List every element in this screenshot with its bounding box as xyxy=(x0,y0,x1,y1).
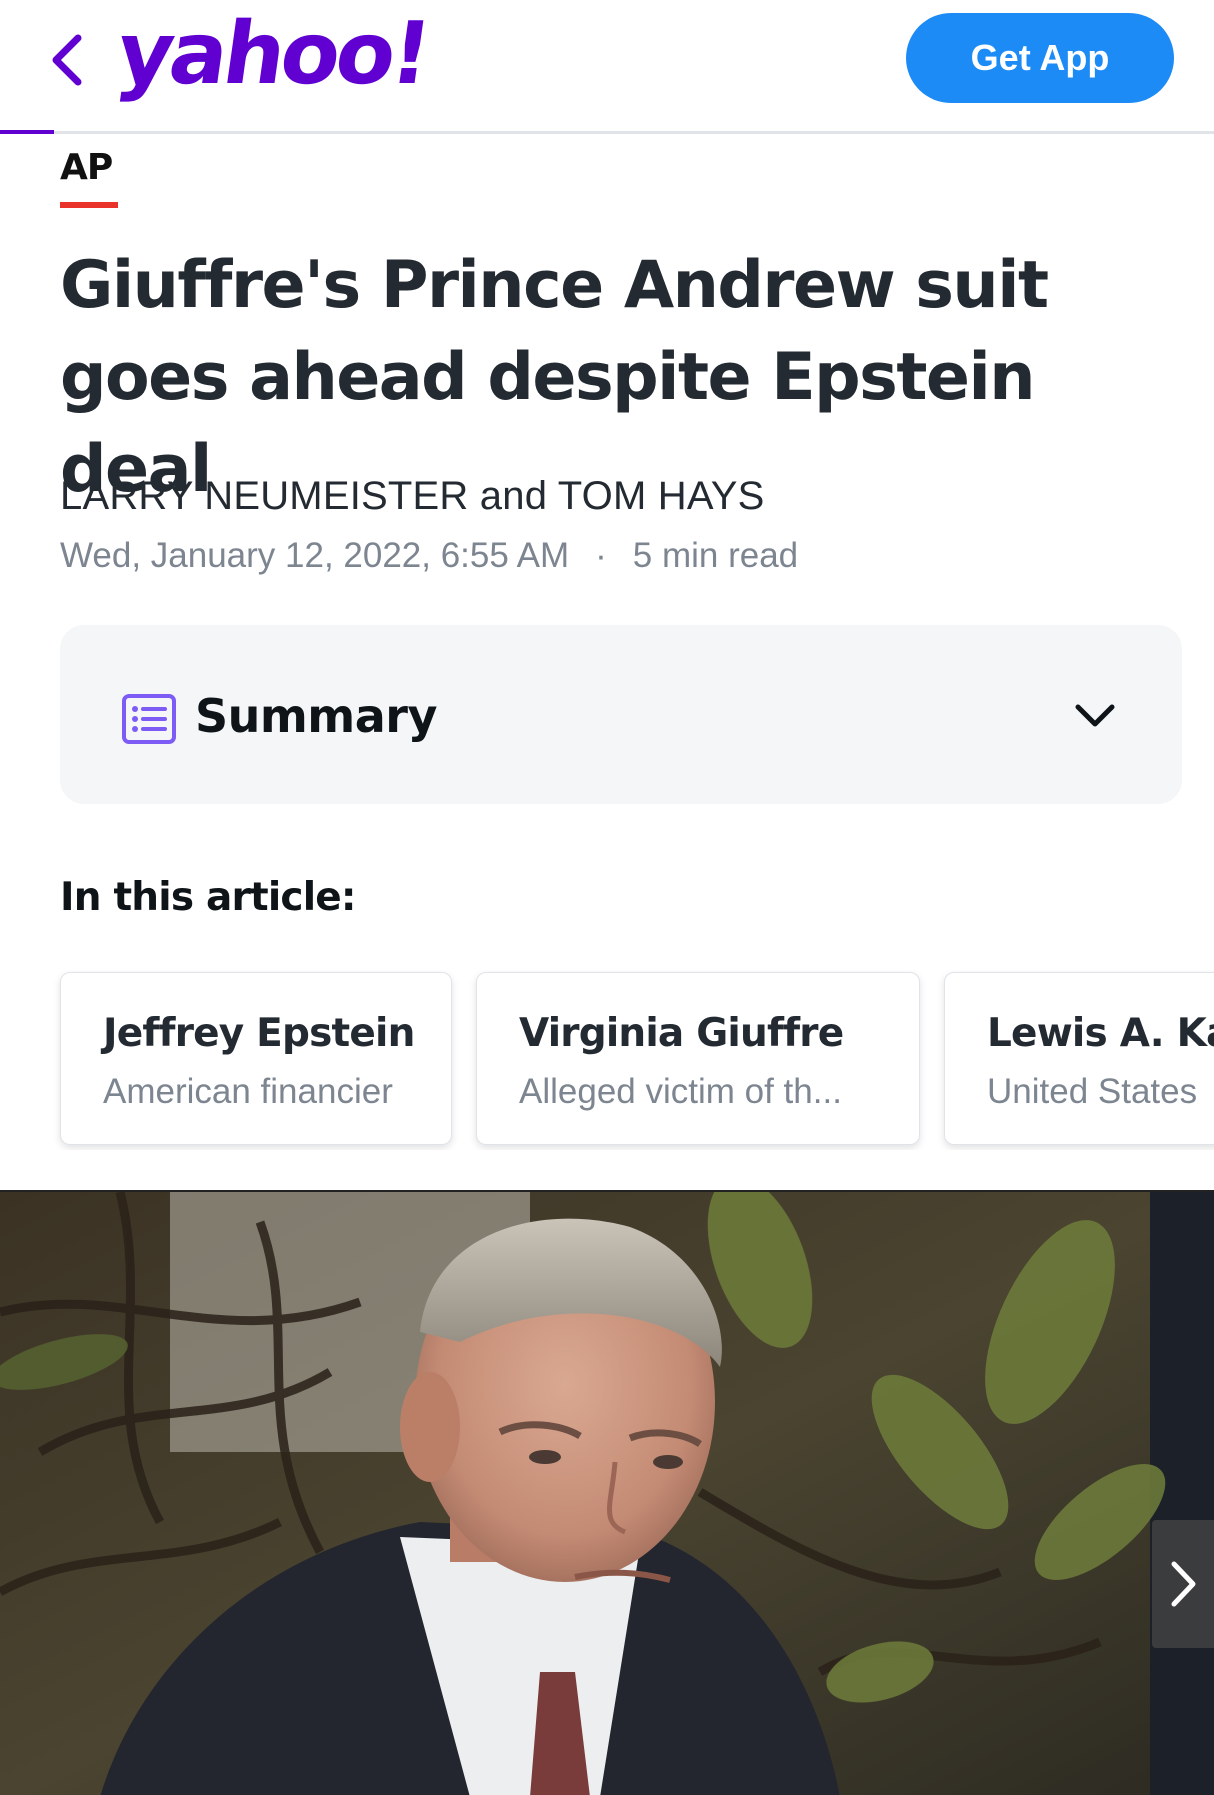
entity-description: United States xyxy=(987,1072,1198,1111)
entity-description: Alleged victim of th... xyxy=(519,1072,842,1111)
article-byline: LARRY NEUMEISTER and TOM HAYS xyxy=(60,474,765,518)
entity-name: Jeffrey Epstein xyxy=(103,1011,415,1056)
photo-next-button[interactable] xyxy=(1152,1520,1214,1648)
in-this-article-heading: In this article: xyxy=(60,875,357,920)
entity-name: Virginia Giuffre xyxy=(519,1011,844,1056)
chevron-down-icon xyxy=(1075,704,1115,727)
article-photo[interactable] xyxy=(0,1190,1214,1795)
reading-progress-bar xyxy=(0,130,54,134)
list-icon xyxy=(122,694,176,744)
back-button[interactable] xyxy=(40,26,92,94)
entity-name: Lewis A. Kaplan xyxy=(987,1011,1214,1056)
article-date: Wed, January 12, 2022, 6:55 AM xyxy=(60,536,570,575)
source-underline xyxy=(60,202,118,208)
entity-description: American financier xyxy=(103,1072,393,1111)
read-time: 5 min read xyxy=(632,536,799,575)
yahoo-logo[interactable]: yahoo! xyxy=(111,4,434,104)
get-app-button[interactable]: Get App xyxy=(906,13,1174,103)
summary-toggle[interactable]: Summary xyxy=(60,625,1182,804)
summary-label: Summary xyxy=(195,689,437,743)
entity-card-jeffrey-epstein[interactable]: Jeffrey Epstein American financier xyxy=(60,972,452,1145)
article-meta: Wed, January 12, 2022, 6:55 AM · 5 min r… xyxy=(60,536,798,576)
meta-separator: · xyxy=(595,536,607,575)
entity-card-virginia-giuffre[interactable]: Virginia Giuffre Alleged victim of th... xyxy=(476,972,920,1145)
source-logo[interactable]: AP xyxy=(60,150,118,208)
source-name: AP xyxy=(60,147,113,188)
entity-card-lewis-kaplan[interactable]: Lewis A. Kaplan United States xyxy=(944,972,1214,1145)
chevron-left-icon xyxy=(52,34,82,86)
chevron-right-icon xyxy=(1171,1561,1196,1607)
entity-carousel[interactable]: Jeffrey Epstein American financier Virgi… xyxy=(0,970,1214,1150)
top-bar: yahoo! Get App xyxy=(0,0,1214,134)
